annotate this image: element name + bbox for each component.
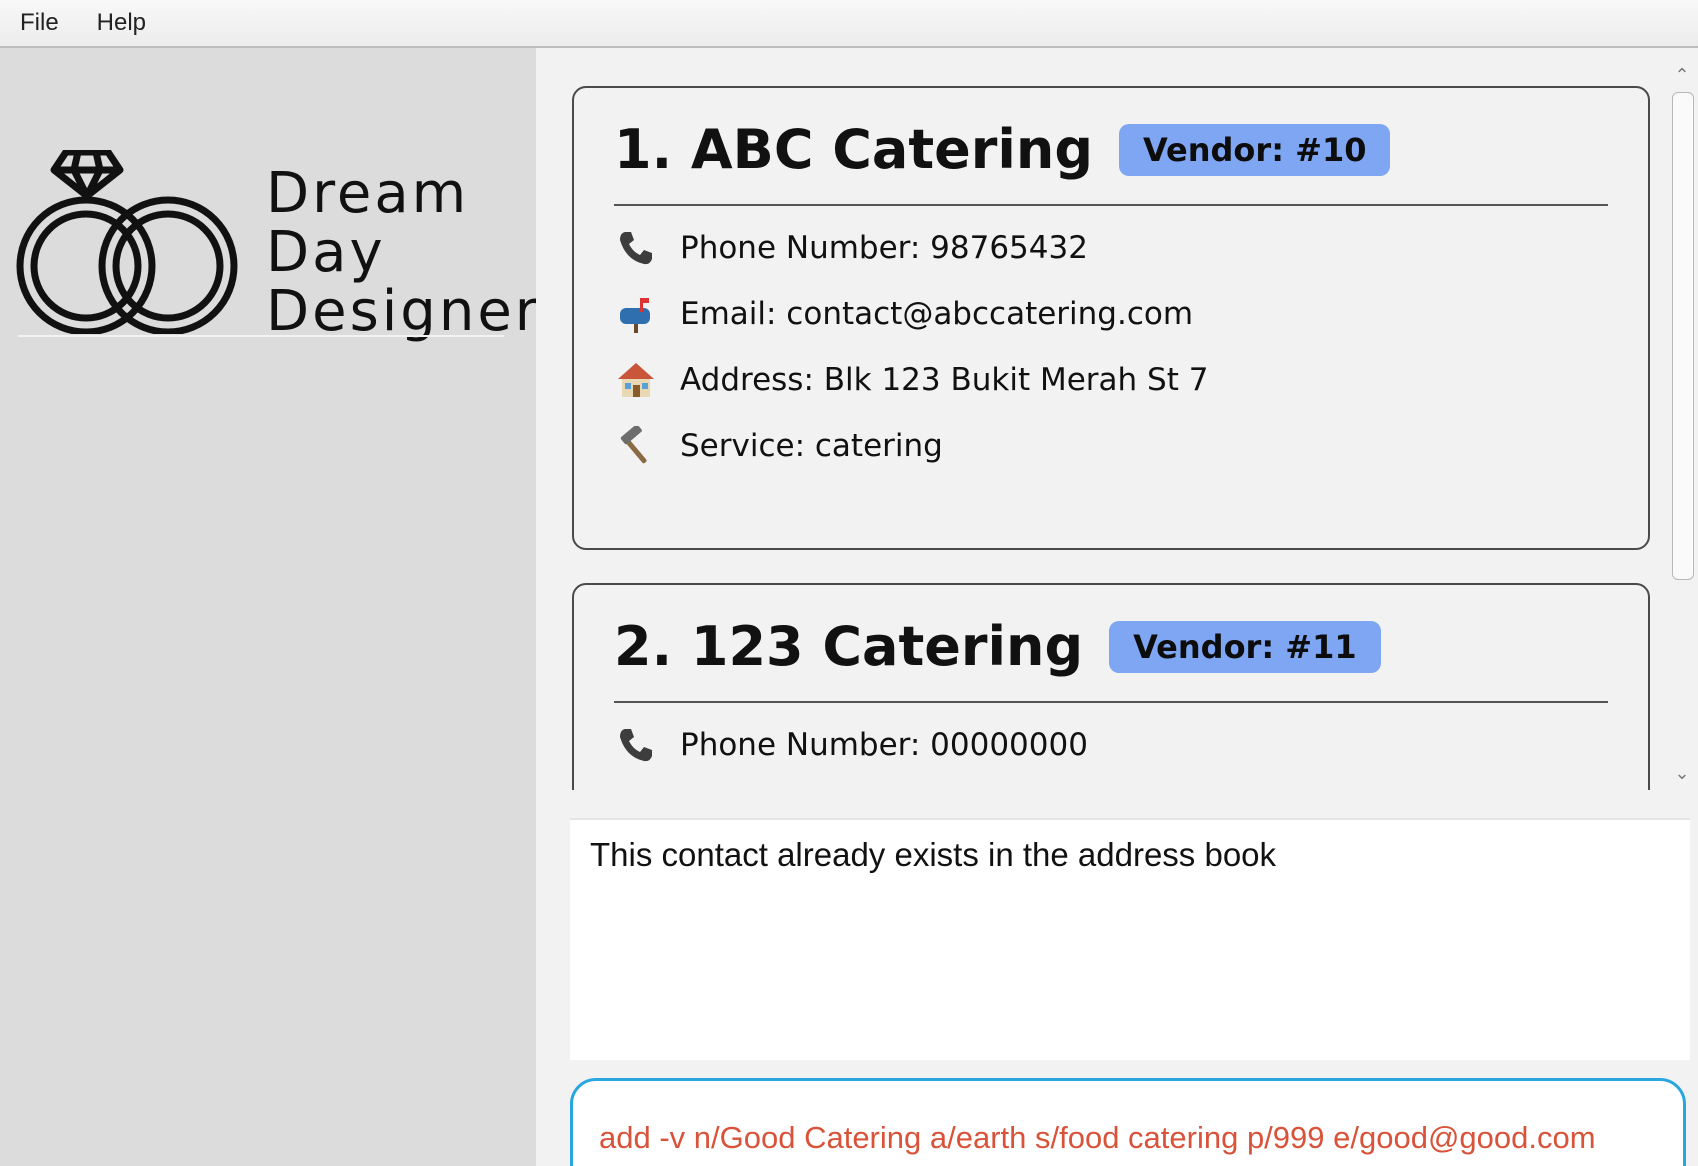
command-input[interactable] [599,1115,1659,1161]
scroll-up-icon[interactable]: ⌃ [1672,66,1692,86]
sidebar: Dream Day Designer [0,48,538,1166]
result-display: This contact already exists in the addre… [570,818,1690,1060]
hammer-icon [614,424,658,468]
card-divider [614,204,1608,206]
scroll-thumb[interactable] [1672,92,1694,580]
main-panel: 1. ABC Catering Vendor: #10 Phone Number… [536,48,1698,1166]
menu-help[interactable]: Help [77,9,164,37]
contact-email: Email: contact@abccatering.com [614,292,1193,336]
contact-list[interactable]: 1. ABC Catering Vendor: #10 Phone Number… [536,48,1662,790]
card-header: 2. 123 Catering Vendor: #11 [614,615,1381,678]
phone-icon [614,723,658,767]
phone-text: Phone Number: 98765432 [680,230,1088,266]
email-text: Email: contact@abccatering.com [680,296,1194,332]
service-text: Service: catering [680,428,943,464]
phone-text: Phone Number: 00000000 [680,727,1088,763]
address-text: Address: Blk 123 Bukit Merah St 7 [680,362,1209,398]
contact-service: Service: catering [614,424,943,468]
result-message: This contact already exists in the addre… [590,836,1277,873]
list-scrollbar[interactable]: ⌃ ⌄ [1666,66,1698,790]
contact-address: Address: Blk 123 Bukit Merah St 7 [614,358,1208,402]
menu-file[interactable]: File [0,9,77,37]
phone-icon [614,226,658,270]
contact-card[interactable]: 2. 123 Catering Vendor: #11 Phone Number… [572,583,1650,790]
contact-phone: Phone Number: 98765432 [614,226,1088,270]
mailbox-icon [614,292,658,336]
menu-bar: File Help [0,0,1698,48]
command-box[interactable] [570,1078,1686,1166]
card-divider [614,701,1608,703]
card-header: 1. ABC Catering Vendor: #10 [614,118,1391,181]
contact-phone: Phone Number: 00000000 [614,723,1088,767]
logo-line-3: Designer [266,279,541,344]
logo-line-2: Day [266,220,386,285]
contact-name: 1. ABC Catering [614,118,1094,181]
app-logo-text: Dream Day Designer [266,164,541,341]
contact-card[interactable]: 1. ABC Catering Vendor: #10 Phone Number… [572,86,1650,550]
contact-name: 2. 123 Catering [614,615,1084,678]
logo-line-1: Dream [266,161,470,226]
sidebar-divider [18,335,504,337]
app-logo: Dream Day Designer [16,100,538,350]
house-icon [614,358,658,402]
vendor-badge: Vendor: #10 [1119,123,1391,176]
vendor-badge: Vendor: #11 [1109,620,1381,673]
wedding-rings-icon [16,150,238,334]
scroll-down-icon[interactable]: ⌄ [1672,764,1692,784]
